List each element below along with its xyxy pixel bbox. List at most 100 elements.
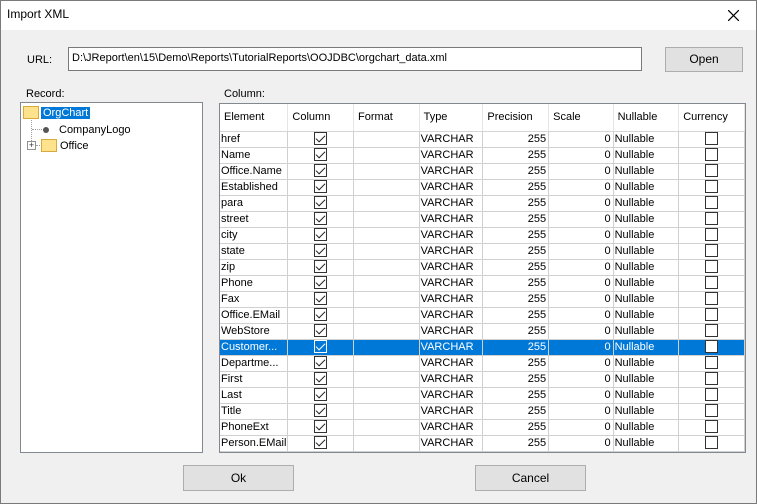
- element-cell[interactable]: Phone: [220, 275, 289, 292]
- column-checkbox-cell[interactable]: [287, 131, 355, 148]
- format-cell[interactable]: [353, 179, 420, 196]
- format-cell[interactable]: [353, 355, 420, 372]
- scale-cell[interactable]: 0: [548, 147, 614, 164]
- table-row[interactable]: Office.EMail VARCHAR 255 0 Nullable: [220, 307, 745, 324]
- type-cell[interactable]: VARCHAR: [419, 419, 484, 436]
- currency-checkbox-cell[interactable]: [678, 307, 745, 324]
- nullable-cell[interactable]: Nullable: [613, 243, 680, 260]
- currency-checkbox[interactable]: [705, 212, 719, 226]
- precision-cell[interactable]: 255: [482, 275, 550, 292]
- column-header[interactable]: Currency: [678, 104, 745, 132]
- element-cell[interactable]: Customer...: [220, 339, 289, 356]
- format-cell[interactable]: [353, 211, 420, 228]
- type-cell[interactable]: VARCHAR: [419, 179, 484, 196]
- currency-checkbox-cell[interactable]: [678, 179, 745, 196]
- scale-cell[interactable]: 0: [548, 323, 614, 340]
- element-cell[interactable]: para: [220, 195, 289, 212]
- element-cell[interactable]: Departme...: [220, 355, 289, 372]
- precision-cell[interactable]: 255: [482, 131, 550, 148]
- nullable-cell[interactable]: Nullable: [613, 163, 680, 180]
- nullable-cell[interactable]: Nullable: [613, 403, 680, 420]
- nullable-cell[interactable]: Nullable: [613, 355, 680, 372]
- scale-cell[interactable]: 0: [548, 339, 614, 356]
- column-checkbox-cell[interactable]: [287, 243, 355, 260]
- element-cell[interactable]: Office.EMail: [220, 307, 289, 324]
- table-row[interactable]: Departme... VARCHAR 255 0 Nullable: [220, 355, 745, 372]
- currency-checkbox[interactable]: [705, 404, 719, 418]
- column-checkbox-cell[interactable]: [287, 163, 355, 180]
- format-cell[interactable]: [353, 403, 420, 420]
- element-cell[interactable]: First: [220, 371, 289, 388]
- scale-cell[interactable]: 0: [548, 371, 614, 388]
- precision-cell[interactable]: 255: [482, 419, 550, 436]
- currency-checkbox-cell[interactable]: [678, 227, 745, 244]
- format-cell[interactable]: [353, 227, 420, 244]
- currency-checkbox[interactable]: [705, 196, 719, 210]
- column-checkbox[interactable]: [314, 420, 328, 434]
- currency-checkbox[interactable]: [705, 372, 719, 386]
- type-cell[interactable]: VARCHAR: [419, 259, 484, 276]
- format-cell[interactable]: [353, 323, 420, 340]
- expand-icon[interactable]: +: [27, 141, 36, 150]
- format-cell[interactable]: [353, 163, 420, 180]
- type-cell[interactable]: VARCHAR: [419, 291, 484, 308]
- currency-checkbox[interactable]: [705, 388, 719, 402]
- precision-cell[interactable]: 255: [482, 227, 550, 244]
- currency-checkbox-cell[interactable]: [678, 387, 745, 404]
- element-cell[interactable]: city: [220, 227, 289, 244]
- column-checkbox-cell[interactable]: [287, 227, 355, 244]
- currency-checkbox[interactable]: [705, 148, 719, 162]
- nullable-cell[interactable]: Nullable: [613, 179, 680, 196]
- column-checkbox[interactable]: [314, 212, 328, 226]
- currency-checkbox-cell[interactable]: [678, 435, 745, 452]
- column-checkbox-cell[interactable]: [287, 179, 355, 196]
- scale-cell[interactable]: 0: [548, 387, 614, 404]
- nullable-cell[interactable]: Nullable: [613, 227, 680, 244]
- scale-cell[interactable]: 0: [548, 275, 614, 292]
- table-row[interactable]: PhoneExt VARCHAR 255 0 Nullable: [220, 419, 745, 436]
- precision-cell[interactable]: 255: [482, 403, 550, 420]
- nullable-cell[interactable]: Nullable: [613, 291, 680, 308]
- scale-cell[interactable]: 0: [548, 419, 614, 436]
- format-cell[interactable]: [353, 243, 420, 260]
- column-checkbox[interactable]: [314, 308, 328, 322]
- table-row[interactable]: Office.Name VARCHAR 255 0 Nullable: [220, 163, 745, 180]
- element-cell[interactable]: Office.Name: [220, 163, 289, 180]
- nullable-cell[interactable]: Nullable: [613, 387, 680, 404]
- scale-cell[interactable]: 0: [548, 195, 614, 212]
- column-checkbox-cell[interactable]: [287, 371, 355, 388]
- column-checkbox[interactable]: [314, 228, 328, 242]
- format-cell[interactable]: [353, 195, 420, 212]
- scale-cell[interactable]: 0: [548, 355, 614, 372]
- nullable-cell[interactable]: Nullable: [613, 195, 680, 212]
- type-cell[interactable]: VARCHAR: [419, 195, 484, 212]
- currency-checkbox-cell[interactable]: [678, 243, 745, 260]
- table-row[interactable]: street VARCHAR 255 0 Nullable: [220, 211, 745, 228]
- precision-cell[interactable]: 255: [482, 291, 550, 308]
- currency-checkbox-cell[interactable]: [678, 339, 745, 356]
- nullable-cell[interactable]: Nullable: [613, 371, 680, 388]
- column-checkbox[interactable]: [314, 404, 328, 418]
- currency-checkbox[interactable]: [705, 132, 719, 146]
- column-checkbox[interactable]: [314, 340, 328, 354]
- format-cell[interactable]: [353, 435, 420, 452]
- format-cell[interactable]: [353, 259, 420, 276]
- table-row[interactable]: WebStore VARCHAR 255 0 Nullable: [220, 323, 745, 340]
- column-checkbox-cell[interactable]: [287, 387, 355, 404]
- element-cell[interactable]: Name: [220, 147, 289, 164]
- column-checkbox[interactable]: [314, 244, 328, 258]
- open-button[interactable]: Open: [665, 47, 743, 72]
- tree-item-office[interactable]: Office: [41, 138, 89, 154]
- currency-checkbox[interactable]: [705, 436, 719, 450]
- column-checkbox-cell[interactable]: [287, 403, 355, 420]
- scale-cell[interactable]: 0: [548, 435, 614, 452]
- column-checkbox-cell[interactable]: [287, 323, 355, 340]
- column-checkbox[interactable]: [314, 356, 328, 370]
- column-header[interactable]: Column: [287, 104, 355, 132]
- column-checkbox[interactable]: [314, 132, 328, 146]
- element-cell[interactable]: PhoneExt: [220, 419, 289, 436]
- currency-checkbox-cell[interactable]: [678, 371, 745, 388]
- type-cell[interactable]: VARCHAR: [419, 387, 484, 404]
- precision-cell[interactable]: 255: [482, 339, 550, 356]
- column-header[interactable]: Type: [419, 104, 484, 132]
